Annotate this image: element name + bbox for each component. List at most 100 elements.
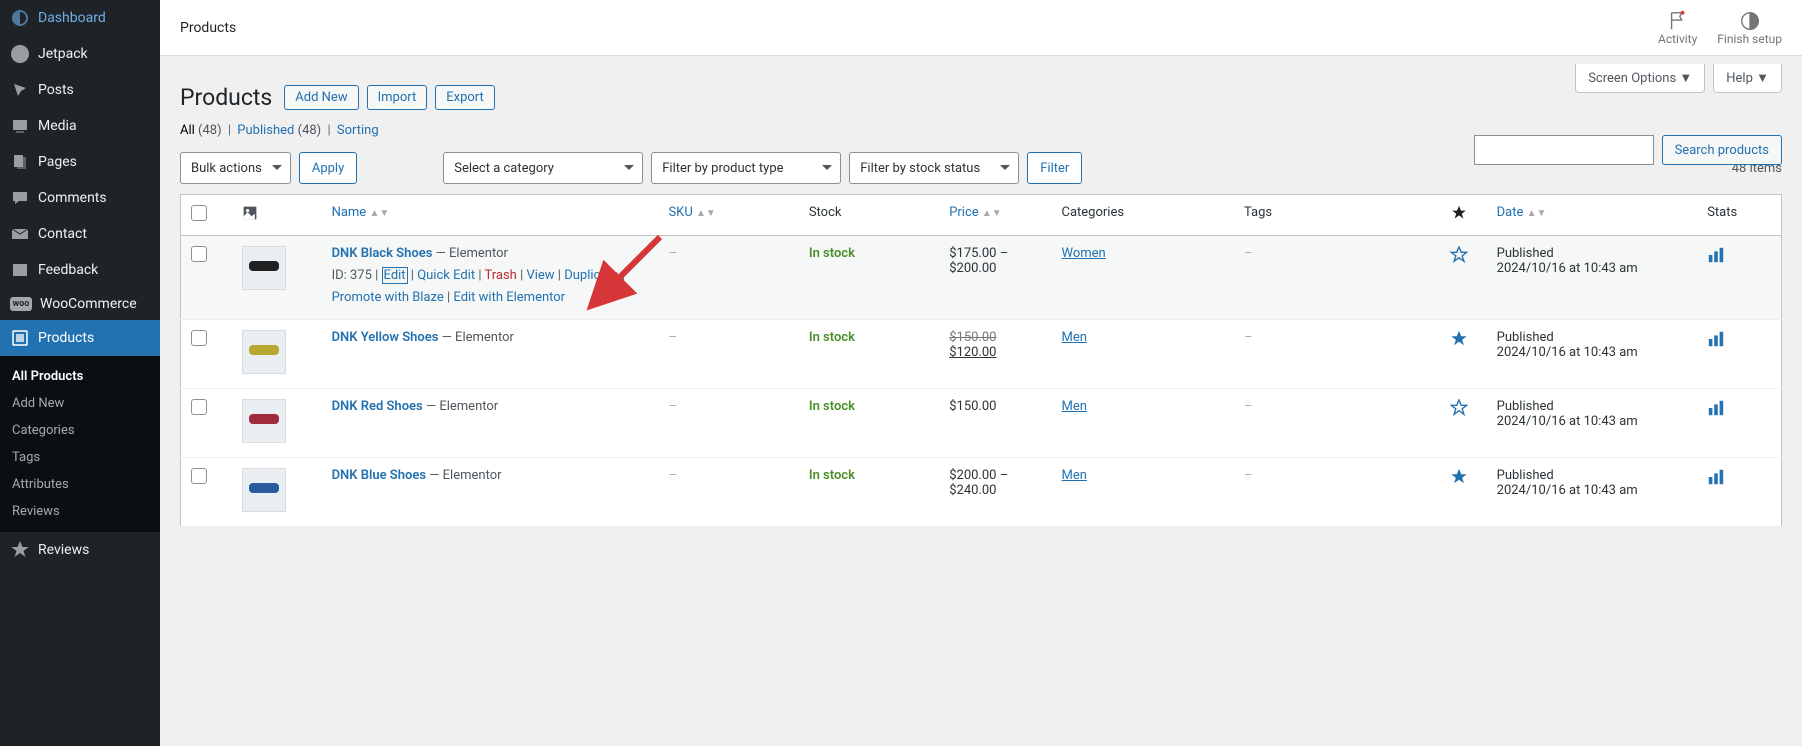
import-button[interactable]: Import xyxy=(367,85,428,110)
filter-all[interactable]: All (48) xyxy=(180,123,222,138)
col-price[interactable]: Price ▲▼ xyxy=(939,195,1051,236)
sidebar-item-feedback[interactable]: Feedback xyxy=(0,252,160,288)
activity-button[interactable]: Activity xyxy=(1658,10,1697,46)
submenu-all-products[interactable]: All Products xyxy=(0,363,160,390)
duplicate-link[interactable]: Duplicate xyxy=(564,268,618,283)
sidebar-item-dashboard[interactable]: Dashboard xyxy=(0,0,160,36)
filter-sorting[interactable]: Sorting xyxy=(337,123,379,138)
price-value: $150.00$120.00 xyxy=(939,320,1051,389)
sidebar-label: Media xyxy=(38,118,77,134)
editor-tag: — Elementor xyxy=(429,468,501,483)
filter-published[interactable]: Published xyxy=(237,123,294,138)
category-link[interactable]: Men xyxy=(1062,399,1087,414)
page-header: Products Add New Import Export xyxy=(180,84,1782,111)
row-checkbox[interactable] xyxy=(191,399,207,415)
sidebar-label: Jetpack xyxy=(38,46,88,62)
product-thumbnail[interactable] xyxy=(242,246,286,290)
product-thumbnail[interactable] xyxy=(242,399,286,443)
sidebar-item-products[interactable]: Products xyxy=(0,320,160,356)
category-select[interactable]: Select a category xyxy=(443,152,643,184)
help-label: Help xyxy=(1726,71,1753,86)
screen-options-button[interactable]: Screen Options ▼ xyxy=(1575,64,1705,93)
bulk-actions-select[interactable]: Bulk actions xyxy=(180,152,291,184)
col-categories: Categories xyxy=(1052,195,1234,236)
sidebar-label: Pages xyxy=(38,154,77,170)
select-all-checkbox[interactable] xyxy=(191,205,207,221)
edit-link[interactable]: Edit xyxy=(382,267,408,284)
col-name[interactable]: Name ▲▼ xyxy=(322,195,659,236)
featured-toggle[interactable] xyxy=(1450,248,1468,269)
category-link[interactable]: Men xyxy=(1062,330,1087,345)
dashboard-icon xyxy=(10,8,30,28)
sidebar-label: WooCommerce xyxy=(40,296,137,312)
sidebar-item-jetpack[interactable]: Jetpack xyxy=(0,36,160,72)
submenu-categories[interactable]: Categories xyxy=(0,417,160,444)
sidebar-item-comments[interactable]: Comments xyxy=(0,180,160,216)
product-thumbnail[interactable] xyxy=(242,330,286,374)
promote-link[interactable]: Promote with Blaze xyxy=(332,290,444,305)
product-thumbnail[interactable] xyxy=(242,468,286,512)
submenu-add-new[interactable]: Add New xyxy=(0,390,160,417)
sidebar-item-reviews[interactable]: Reviews xyxy=(0,532,160,568)
stats-icon[interactable] xyxy=(1707,253,1725,268)
stats-icon[interactable] xyxy=(1707,406,1725,421)
star-icon xyxy=(10,540,30,560)
featured-toggle[interactable] xyxy=(1450,470,1468,491)
category-link[interactable]: Men xyxy=(1062,468,1087,483)
activity-label: Activity xyxy=(1658,32,1697,46)
sidebar-item-contact[interactable]: Contact xyxy=(0,216,160,252)
sidebar-item-media[interactable]: Media xyxy=(0,108,160,144)
sidebar-item-posts[interactable]: Posts xyxy=(0,72,160,108)
apply-button[interactable]: Apply xyxy=(299,152,357,184)
featured-toggle[interactable] xyxy=(1450,332,1468,353)
row-checkbox[interactable] xyxy=(191,246,207,262)
half-circle-icon xyxy=(1739,10,1761,32)
category-link[interactable]: Women xyxy=(1062,246,1106,261)
row-actions: ID: 375 | Edit | Quick Edit | Trash | Vi… xyxy=(332,265,649,309)
product-name-link[interactable]: DNK Red Shoes xyxy=(332,399,423,414)
view-link[interactable]: View xyxy=(526,268,554,283)
featured-toggle[interactable] xyxy=(1450,401,1468,422)
edit-elementor-link[interactable]: Edit with Elementor xyxy=(453,290,565,305)
sidebar-item-woocommerce[interactable]: woo WooCommerce xyxy=(0,288,160,320)
woo-icon: woo xyxy=(10,297,32,311)
table-row: DNK Blue Shoes — Elementor – In stock $2… xyxy=(181,458,1782,527)
product-type-select[interactable]: Filter by product type xyxy=(651,152,841,184)
submenu-reviews[interactable]: Reviews xyxy=(0,498,160,525)
finish-setup-button[interactable]: Finish setup xyxy=(1717,10,1782,46)
export-button[interactable]: Export xyxy=(435,85,495,110)
sku-value: – xyxy=(668,468,677,483)
col-sku[interactable]: SKU ▲▼ xyxy=(658,195,798,236)
products-table: Name ▲▼ SKU ▲▼ Stock Price ▲▼ Categories… xyxy=(180,194,1782,527)
search-input[interactable] xyxy=(1474,135,1654,165)
stock-status: In stock xyxy=(809,330,855,345)
editor-tag: — Elementor xyxy=(426,399,498,414)
help-button[interactable]: Help ▼ xyxy=(1713,64,1782,93)
product-name-link[interactable]: DNK Black Shoes xyxy=(332,246,433,261)
table-row: DNK Red Shoes — Elementor – In stock $15… xyxy=(181,389,1782,458)
sidebar-label: Posts xyxy=(38,82,74,98)
trash-link[interactable]: Trash xyxy=(484,268,516,283)
quick-edit-link[interactable]: Quick Edit xyxy=(417,268,475,283)
search-products-button[interactable]: Search products xyxy=(1662,135,1782,165)
sku-value: – xyxy=(668,399,677,414)
stats-icon[interactable] xyxy=(1707,337,1725,352)
topbar-heading: Products xyxy=(180,20,236,36)
product-name-link[interactable]: DNK Blue Shoes xyxy=(332,468,426,483)
stock-status-select[interactable]: Filter by stock status xyxy=(849,152,1019,184)
submenu-attributes[interactable]: Attributes xyxy=(0,471,160,498)
screen-options-area: Screen Options ▼ Help ▼ xyxy=(1575,64,1782,93)
row-checkbox[interactable] xyxy=(191,330,207,346)
sidebar-item-pages[interactable]: Pages xyxy=(0,144,160,180)
submenu-tags[interactable]: Tags xyxy=(0,444,160,471)
stock-status: In stock xyxy=(809,468,855,483)
filter-button[interactable]: Filter xyxy=(1027,152,1082,184)
stats-icon[interactable] xyxy=(1707,475,1725,490)
stock-status: In stock xyxy=(809,246,855,261)
add-new-button[interactable]: Add New xyxy=(284,85,358,110)
date-status: Published xyxy=(1497,246,1554,261)
editor-tag: — Elementor xyxy=(436,246,508,261)
col-date[interactable]: Date ▲▼ xyxy=(1487,195,1698,236)
row-checkbox[interactable] xyxy=(191,468,207,484)
product-name-link[interactable]: DNK Yellow Shoes xyxy=(332,330,439,345)
